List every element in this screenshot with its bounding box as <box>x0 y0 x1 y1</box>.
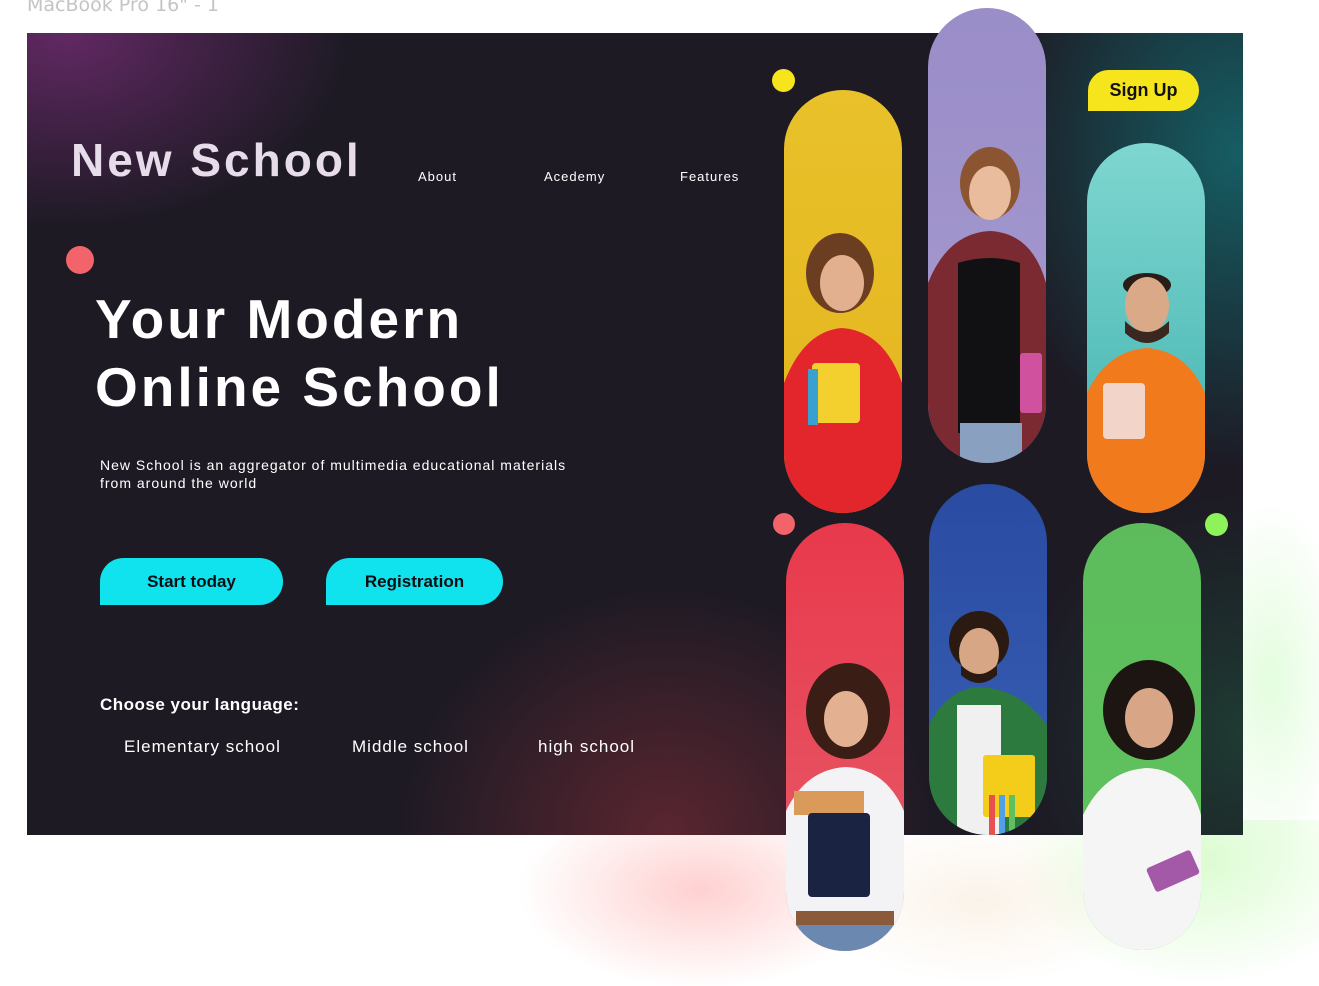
brand-logo[interactable]: New School <box>71 133 362 187</box>
student-photo-icon <box>928 147 1046 463</box>
hero-subtitle: New School is an aggregator of multimedi… <box>100 457 567 491</box>
headline-line-1: Your Modern <box>95 288 464 350</box>
sign-up-button[interactable]: Sign Up <box>1088 70 1199 111</box>
student-photo-icon <box>786 663 904 951</box>
student-photo-lavender <box>928 8 1046 463</box>
yellow-dot-decoration <box>772 69 795 92</box>
hero-section: New School About Acedemy Features Your M… <box>27 33 1243 835</box>
language-option-high[interactable]: high school <box>538 737 635 757</box>
language-option-middle[interactable]: Middle school <box>352 737 469 757</box>
student-photo-red <box>786 523 904 951</box>
student-photo-yellow <box>784 90 902 513</box>
start-today-button[interactable]: Start today <box>100 558 283 605</box>
coral-dot-decoration <box>66 246 94 274</box>
nav-academy[interactable]: Acedemy <box>544 169 605 184</box>
student-photo-icon <box>929 611 1047 835</box>
student-photo-blue <box>929 484 1047 835</box>
student-photo-icon <box>1083 660 1201 950</box>
nav-about[interactable]: About <box>418 169 457 184</box>
nav-features[interactable]: Features <box>680 169 739 184</box>
student-photo-icon <box>784 233 902 513</box>
headline-line-2: Online School <box>95 356 504 418</box>
student-photo-teal <box>1087 143 1205 513</box>
hero-headline: Your Modern Online School <box>95 285 504 421</box>
frame-label: MacBook Pro 16" - 1 <box>27 0 219 16</box>
student-photo-green <box>1083 523 1201 950</box>
registration-button[interactable]: Registration <box>326 558 503 605</box>
student-photo-icon <box>1087 273 1205 513</box>
language-option-elementary[interactable]: Elementary school <box>124 737 281 757</box>
coral-dot-decoration-small <box>773 513 795 535</box>
green-dot-decoration <box>1205 513 1228 536</box>
language-title: Choose your language: <box>100 695 300 714</box>
